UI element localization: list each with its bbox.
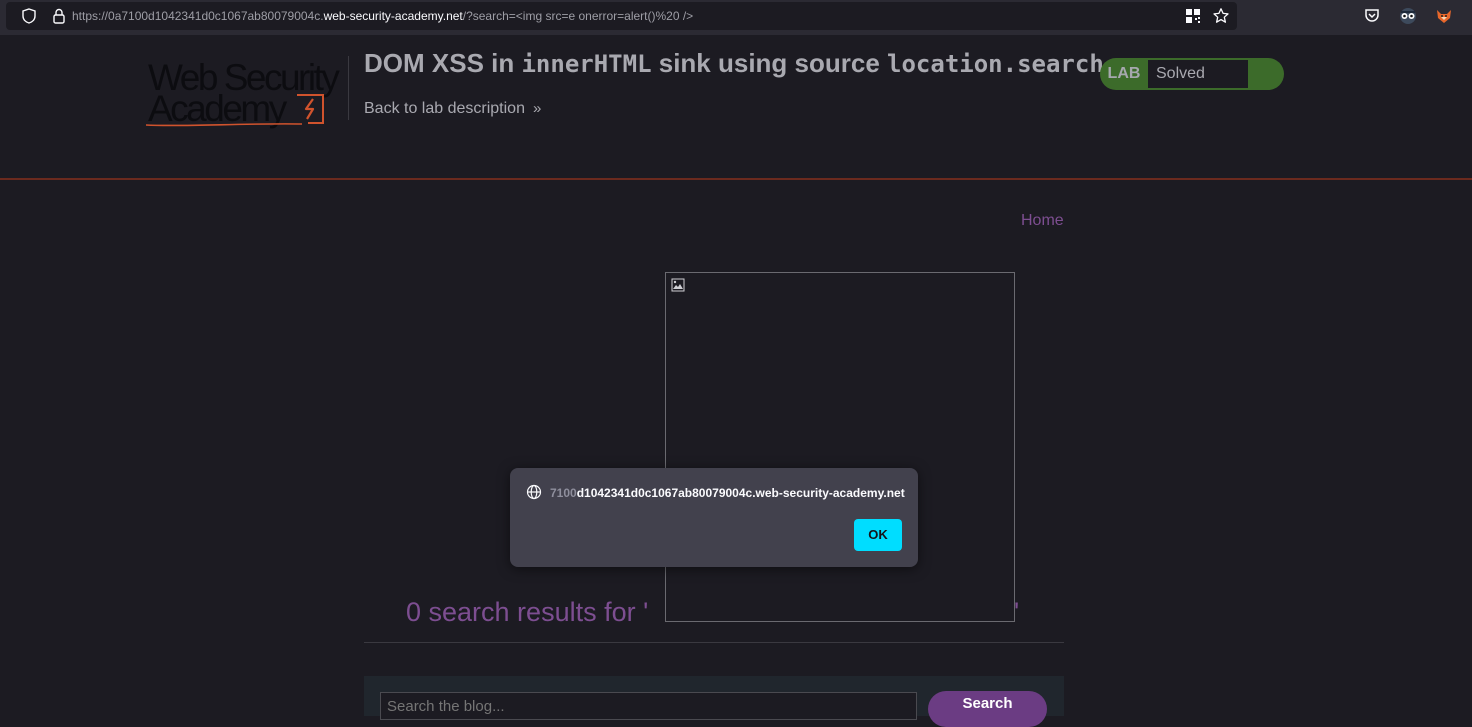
alert-dialog: 7100d1042341d0c1067ab80079004c.web-secur… <box>510 468 918 567</box>
back-to-lab-description-link[interactable]: Back to lab description » <box>364 100 541 118</box>
title-text-1: DOM XSS in <box>364 48 522 78</box>
alert-origin: 7100d1042341d0c1067ab80079004c.web-secur… <box>550 486 905 500</box>
lab-badge: LAB <box>1107 65 1141 82</box>
web-security-academy-logo[interactable]: Web Security Academy <box>144 55 346 130</box>
url-prefix: https://0a7100d1042341d0c1067ab80079004c… <box>72 9 324 23</box>
results-divider <box>364 642 1064 643</box>
browser-toolbar: https://0a7100d1042341d0c1067ab80079004c… <box>0 0 1472 35</box>
title-code-1: innerHTML <box>521 50 652 78</box>
url-suffix: /?search=<img src=e onerror=alert()%20 /… <box>462 9 694 23</box>
search-input[interactable] <box>380 692 917 720</box>
header-divider <box>0 178 1472 180</box>
shield-icon[interactable] <box>20 7 38 25</box>
extension-fox-icon[interactable] <box>1434 6 1454 26</box>
lab-status-widget: LAB Solved <box>1100 58 1284 90</box>
pocket-icon[interactable] <box>1363 7 1381 25</box>
lab-status-text: Solved <box>1148 60 1248 88</box>
alert-origin-faded: 7100 <box>550 486 577 500</box>
title-text-2: sink using source <box>651 48 888 78</box>
globe-icon <box>526 484 542 500</box>
search-button[interactable]: Search <box>928 691 1047 727</box>
back-link-label: Back to lab description <box>364 100 525 117</box>
ok-button[interactable]: OK <box>854 519 902 551</box>
bookmark-star-icon[interactable] <box>1212 7 1230 25</box>
broken-image-icon <box>671 278 685 292</box>
url-domain: web-security-academy.net <box>323 9 463 23</box>
header-separator <box>348 56 349 120</box>
lab-title: DOM XSS in innerHTML sink using source l… <box>364 48 1104 79</box>
search-results-heading: 0 search results for ' <box>406 597 649 627</box>
logo-underline-icon <box>145 123 303 127</box>
home-link[interactable]: Home <box>1021 212 1064 230</box>
alert-origin-main: d1042341d0c1067ab80079004c.web-security-… <box>576 486 905 500</box>
injected-broken-image <box>665 272 1015 622</box>
extension-icon[interactable] <box>1398 7 1418 25</box>
lock-icon[interactable] <box>50 7 68 25</box>
double-chevron-right-icon: » <box>532 100 542 117</box>
address-bar[interactable]: https://0a7100d1042341d0c1067ab80079004c… <box>6 2 1237 30</box>
title-code-2: location.search <box>887 50 1104 78</box>
search-results-closing-quote: ' <box>1014 597 1020 627</box>
url-text[interactable]: https://0a7100d1042341d0c1067ab80079004c… <box>72 9 693 23</box>
qr-code-icon[interactable] <box>1184 7 1202 25</box>
